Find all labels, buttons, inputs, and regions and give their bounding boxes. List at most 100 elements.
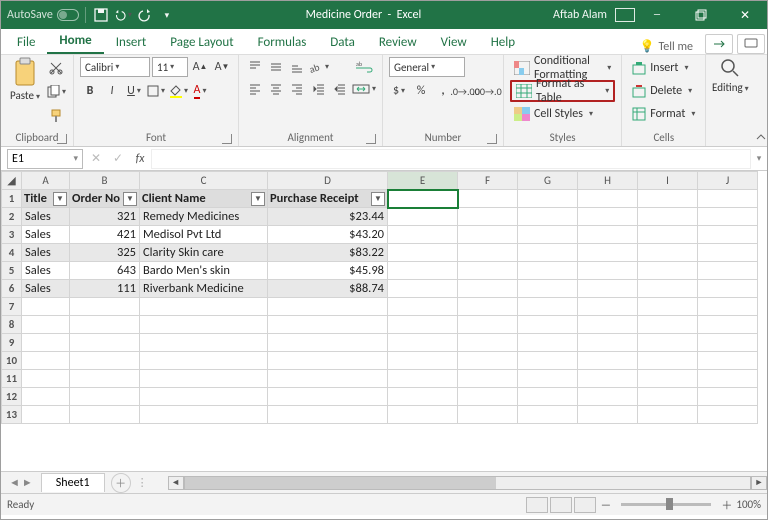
cell[interactable]	[518, 262, 578, 280]
cell[interactable]	[698, 406, 758, 424]
wrap-text-button[interactable]: ab	[352, 57, 376, 77]
tab-formulas[interactable]: Formulas	[246, 31, 319, 54]
align-top-button[interactable]	[245, 57, 265, 77]
cell[interactable]	[388, 280, 458, 298]
cell[interactable]	[458, 370, 518, 388]
cell[interactable]	[638, 406, 698, 424]
cell[interactable]	[22, 316, 70, 334]
cell[interactable]	[388, 244, 458, 262]
row-header[interactable]: 6	[2, 280, 22, 298]
cell-styles-button[interactable]: Cell Styles	[510, 103, 615, 125]
cell[interactable]	[698, 208, 758, 226]
copy-button[interactable]	[45, 81, 67, 103]
cell[interactable]	[458, 298, 518, 316]
tab-file[interactable]: File	[5, 31, 47, 54]
table-header-cell[interactable]: Order No▼	[70, 190, 140, 208]
cell[interactable]	[578, 244, 638, 262]
cell[interactable]: 643	[70, 262, 140, 280]
cell[interactable]: Riverbank Medicine	[140, 280, 268, 298]
cell[interactable]	[22, 370, 70, 388]
cell[interactable]	[698, 334, 758, 352]
worksheet-grid[interactable]: ◢ A B C D E F G H I J 1Title▼Order No▼Cl…	[1, 171, 758, 424]
align-bottom-button[interactable]	[287, 57, 307, 77]
save-button[interactable]	[92, 6, 110, 24]
cell[interactable]: Remedy Medicines	[140, 208, 268, 226]
cell[interactable]	[578, 280, 638, 298]
cell[interactable]	[518, 226, 578, 244]
row-header[interactable]: 8	[2, 316, 22, 334]
cell[interactable]	[518, 352, 578, 370]
cell[interactable]	[578, 334, 638, 352]
cell[interactable]	[638, 370, 698, 388]
tab-view[interactable]: View	[429, 31, 479, 54]
undo-button[interactable]	[114, 6, 132, 24]
cell[interactable]: $23.44	[268, 208, 388, 226]
cell[interactable]	[70, 334, 140, 352]
tab-help[interactable]: Help	[479, 31, 527, 54]
expand-formula-bar-button[interactable]: ▾	[751, 153, 767, 164]
cells-delete-button[interactable]: Delete	[628, 80, 699, 102]
cell[interactable]	[268, 334, 388, 352]
redo-button[interactable]	[136, 6, 154, 24]
close-button[interactable]: ✕	[723, 1, 767, 29]
number-launcher[interactable]	[487, 134, 497, 144]
zoom-level[interactable]: 100%	[736, 498, 761, 511]
row-header[interactable]: 11	[2, 370, 22, 388]
cell[interactable]	[638, 316, 698, 334]
cell[interactable]: 421	[70, 226, 140, 244]
col-header-C[interactable]: C	[140, 172, 268, 190]
row-header[interactable]: 4	[2, 244, 22, 262]
cell[interactable]	[458, 352, 518, 370]
col-header-J[interactable]: J	[698, 172, 758, 190]
cell[interactable]	[578, 226, 638, 244]
cell[interactable]	[458, 388, 518, 406]
border-button[interactable]	[146, 81, 166, 101]
cell[interactable]	[518, 316, 578, 334]
cell[interactable]: $88.74	[268, 280, 388, 298]
cell[interactable]	[578, 262, 638, 280]
cell[interactable]	[140, 406, 268, 424]
cut-button[interactable]	[45, 57, 67, 79]
cell[interactable]: 325	[70, 244, 140, 262]
row-header[interactable]: 2	[2, 208, 22, 226]
cell[interactable]	[578, 208, 638, 226]
cell[interactable]	[518, 280, 578, 298]
insert-function-button[interactable]: fx	[129, 152, 151, 166]
cell[interactable]: Sales	[22, 226, 70, 244]
row-header[interactable]: 10	[2, 352, 22, 370]
qat-customize-button[interactable]: ▾	[158, 6, 176, 24]
tab-data[interactable]: Data	[318, 31, 367, 54]
cell[interactable]	[518, 334, 578, 352]
cell[interactable]	[458, 226, 518, 244]
col-header-A[interactable]: A	[22, 172, 70, 190]
cell[interactable]	[22, 352, 70, 370]
cell[interactable]	[140, 298, 268, 316]
cell[interactable]	[140, 352, 268, 370]
col-header-F[interactable]: F	[458, 172, 518, 190]
cell[interactable]	[458, 280, 518, 298]
page-layout-view-button[interactable]	[550, 497, 572, 513]
cell[interactable]	[698, 244, 758, 262]
decrease-indent-button[interactable]	[309, 79, 329, 99]
cell[interactable]	[70, 298, 140, 316]
tab-insert[interactable]: Insert	[104, 31, 159, 54]
cell[interactable]	[388, 388, 458, 406]
cell[interactable]	[140, 388, 268, 406]
filter-dropdown-icon[interactable]: ▼	[251, 192, 265, 206]
align-middle-button[interactable]	[266, 57, 286, 77]
cell[interactable]	[388, 370, 458, 388]
cell[interactable]	[268, 370, 388, 388]
autosave-toggle[interactable]: AutoSave	[7, 8, 79, 22]
cell[interactable]	[458, 190, 518, 208]
scroll-track[interactable]	[184, 476, 751, 490]
cell[interactable]	[578, 316, 638, 334]
sheet-tab-sheet1[interactable]: Sheet1	[41, 473, 105, 492]
font-color-button[interactable]: A	[190, 81, 210, 101]
select-all-corner[interactable]: ◢	[2, 172, 22, 190]
cell[interactable]	[518, 208, 578, 226]
cell[interactable]	[638, 226, 698, 244]
cell[interactable]	[698, 226, 758, 244]
cell[interactable]	[140, 370, 268, 388]
cell[interactable]: $45.98	[268, 262, 388, 280]
align-center-button[interactable]	[266, 79, 286, 99]
